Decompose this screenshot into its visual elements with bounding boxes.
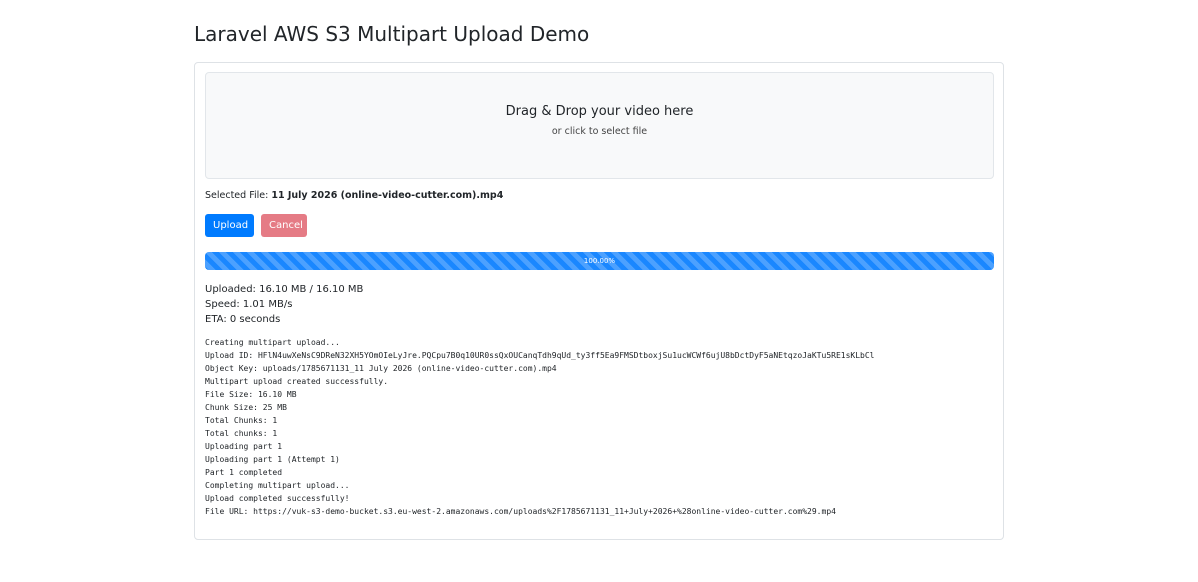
log-line: File URL: https://vuk-s3-demo-bucket.s3.… — [205, 507, 836, 516]
upload-stats: Uploaded: 16.10 MB / 16.10 MB Speed: 1.0… — [205, 282, 363, 327]
upload-button[interactable]: Upload — [205, 214, 254, 237]
log-line: Creating multipart upload... — [205, 338, 340, 347]
log-line: Chunk Size: 25 MB — [205, 403, 287, 412]
dropzone-title: Drag & Drop your video here — [505, 104, 694, 119]
selected-file: Selected File: 11 July 2026 (online-vide… — [205, 190, 503, 201]
log-line: Uploading part 1 — [205, 442, 283, 451]
log-line: Uploading part 1 (Attempt 1) — [205, 455, 340, 464]
log-line: Total chunks: 1 — [205, 429, 278, 438]
log-line: Upload completed successfully! — [205, 494, 350, 503]
dropzone-subtitle: or click to select file — [551, 126, 648, 137]
log-line: Total Chunks: 1 — [205, 416, 278, 425]
log-line: Part 1 completed — [205, 468, 283, 477]
stat-speed: Speed: 1.01 MB/s — [205, 299, 293, 310]
log-line: Upload ID: HFlN4uwXeNsC9DReN32XH5YOmOIeL… — [205, 351, 875, 360]
upload-log: Creating multipart upload... Upload ID: H… — [205, 336, 995, 518]
log-line: Multipart upload created successfully. — [205, 377, 389, 386]
stat-uploaded: Uploaded: 16.10 MB / 16.10 MB — [205, 284, 364, 295]
progress-bar-track: 100.00% — [205, 252, 994, 270]
log-line: Object Key: uploads/1785671131_11 July 2… — [205, 364, 557, 373]
cancel-button[interactable]: Cancel — [261, 214, 307, 237]
selected-file-label: Selected File: — [205, 190, 269, 201]
stat-eta: ETA: 0 seconds — [205, 314, 281, 325]
dropzone[interactable]: Drag & Drop your video here or click to … — [205, 72, 994, 179]
upload-card: Drag & Drop your video here or click to … — [194, 62, 1004, 540]
page-title: Laravel AWS S3 Multipart Upload Demo — [194, 22, 590, 46]
progress-label: 100.00% — [583, 257, 616, 265]
selected-file-name: 11 July 2026 (online-video-cutter.com).m… — [271, 190, 504, 201]
log-line: Completing multipart upload... — [205, 481, 350, 490]
log-line: File Size: 16.10 MB — [205, 390, 297, 399]
